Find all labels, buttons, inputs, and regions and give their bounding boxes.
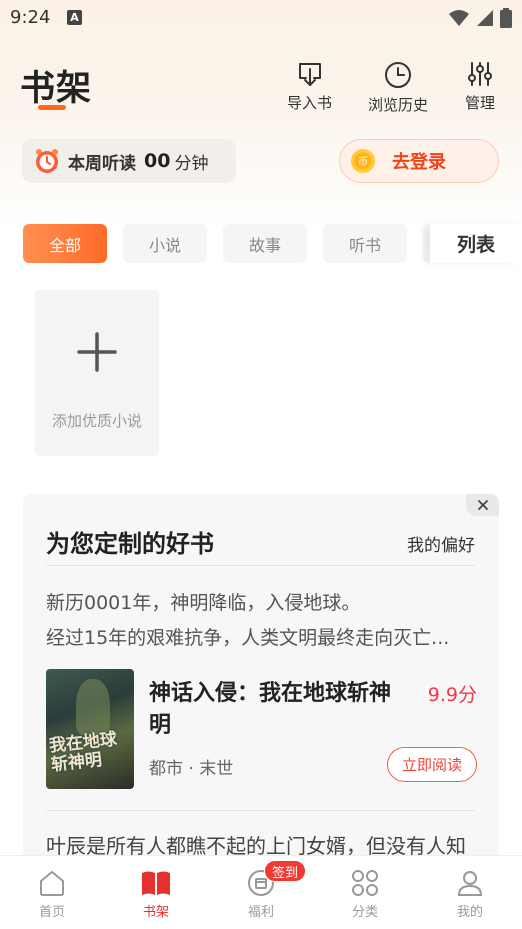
status-time: 9:24 <box>10 7 51 28</box>
nav-item-category[interactable]: 分类 <box>313 856 417 929</box>
list-view-toggle[interactable]: 列表 <box>430 224 522 263</box>
book-description-line1: 新历0001年，神明降临，入侵地球。 <box>46 592 361 614</box>
recommendation-card: 为您定制的好书 我的偏好 新历0001年，神明降临，入侵地球。 经过15年的艰难… <box>23 494 499 874</box>
listen-label: 本周听读 <box>68 153 136 174</box>
alarm-clock-icon <box>36 149 58 173</box>
import-book-label: 导入书 <box>287 94 333 112</box>
home-icon <box>40 871 64 896</box>
filter-chip-novel[interactable]: 小说 <box>123 224 207 263</box>
add-book-card[interactable]: 添加优质小说 <box>35 290 159 456</box>
title-underline <box>38 105 66 110</box>
book-title[interactable]: 神话入侵：我在地球斩神明 <box>149 678 411 742</box>
header: 书架 导入书 浏览历史 管理 <box>0 60 522 120</box>
battery-icon <box>500 8 512 28</box>
book-cover[interactable]: 我在地球斩神明 <box>46 669 134 789</box>
listen-minutes: 00 <box>144 150 171 172</box>
book-score: 9.9分 <box>427 684 477 706</box>
wifi-icon <box>449 10 469 26</box>
filter-chip-all[interactable]: 全部 <box>23 224 107 263</box>
login-button[interactable]: 币 去登录 <box>339 139 499 183</box>
nav-label-category: 分类 <box>351 905 378 920</box>
profile-icon <box>457 871 483 896</box>
add-book-label: 添加优质小说 <box>51 412 142 430</box>
sliders-icon <box>468 62 492 86</box>
plus-icon <box>77 332 117 372</box>
filter-chip-story[interactable]: 故事 <box>223 224 307 263</box>
recommendation-title: 为您定制的好书 <box>46 530 214 558</box>
history-button[interactable]: 浏览历史 <box>368 60 428 115</box>
divider <box>46 810 475 811</box>
read-now-button[interactable]: 立即阅读 <box>387 747 477 782</box>
login-label: 去登录 <box>392 152 446 173</box>
nav-label-home: 首页 <box>38 905 65 920</box>
import-book-icon <box>298 63 321 86</box>
signal-icon <box>477 10 493 26</box>
status-icons <box>448 8 512 28</box>
nav-item-home[interactable]: 首页 <box>0 856 104 929</box>
manage-label: 管理 <box>465 94 496 112</box>
nav-item-bookshelf[interactable]: 书架 <box>104 856 208 929</box>
book-category: 都市 · 末世 <box>149 759 234 779</box>
manage-button[interactable]: 管理 <box>465 60 495 113</box>
signin-badge[interactable]: 签到 <box>264 860 307 882</box>
filter-bar: 全部 小说 故事 听书 列表 <box>0 224 522 264</box>
listen-unit: 分钟 <box>174 153 209 174</box>
history-clock-icon <box>385 62 411 88</box>
divider <box>46 565 475 566</box>
page-title: 书架 <box>20 69 93 109</box>
nav-label-welfare: 福利 <box>247 905 274 920</box>
coin-icon: 币 <box>351 149 375 173</box>
svg-text:币: 币 <box>358 156 368 168</box>
my-preference-link[interactable]: 我的偏好 <box>407 531 475 556</box>
bottom-nav: 首页 书架 福利 分类 我的 <box>0 855 522 929</box>
close-icon <box>477 500 488 510</box>
book-description-line2: 经过15年的艰难抗争，人类文明最终走向灭亡... <box>46 627 450 649</box>
category-grid-icon <box>352 870 378 896</box>
cover-figure <box>76 679 110 735</box>
cover-title-art: 我在地球斩神明 <box>48 729 118 776</box>
close-recommendation-button[interactable] <box>466 494 499 516</box>
notification-icon: A <box>67 10 82 25</box>
nav-label-me: 我的 <box>456 905 483 920</box>
import-book-button[interactable]: 导入书 <box>287 60 332 113</box>
filter-chip-audiobook[interactable]: 听书 <box>323 224 407 263</box>
history-label: 浏览历史 <box>368 96 429 114</box>
status-bar: 9:24 A <box>0 0 522 36</box>
nav-label-bookshelf: 书架 <box>142 905 169 920</box>
nav-item-me[interactable]: 我的 <box>418 856 522 929</box>
weekly-listen-pill[interactable]: 本周听读 00 分钟 <box>22 139 236 183</box>
bookshelf-icon <box>142 871 170 895</box>
